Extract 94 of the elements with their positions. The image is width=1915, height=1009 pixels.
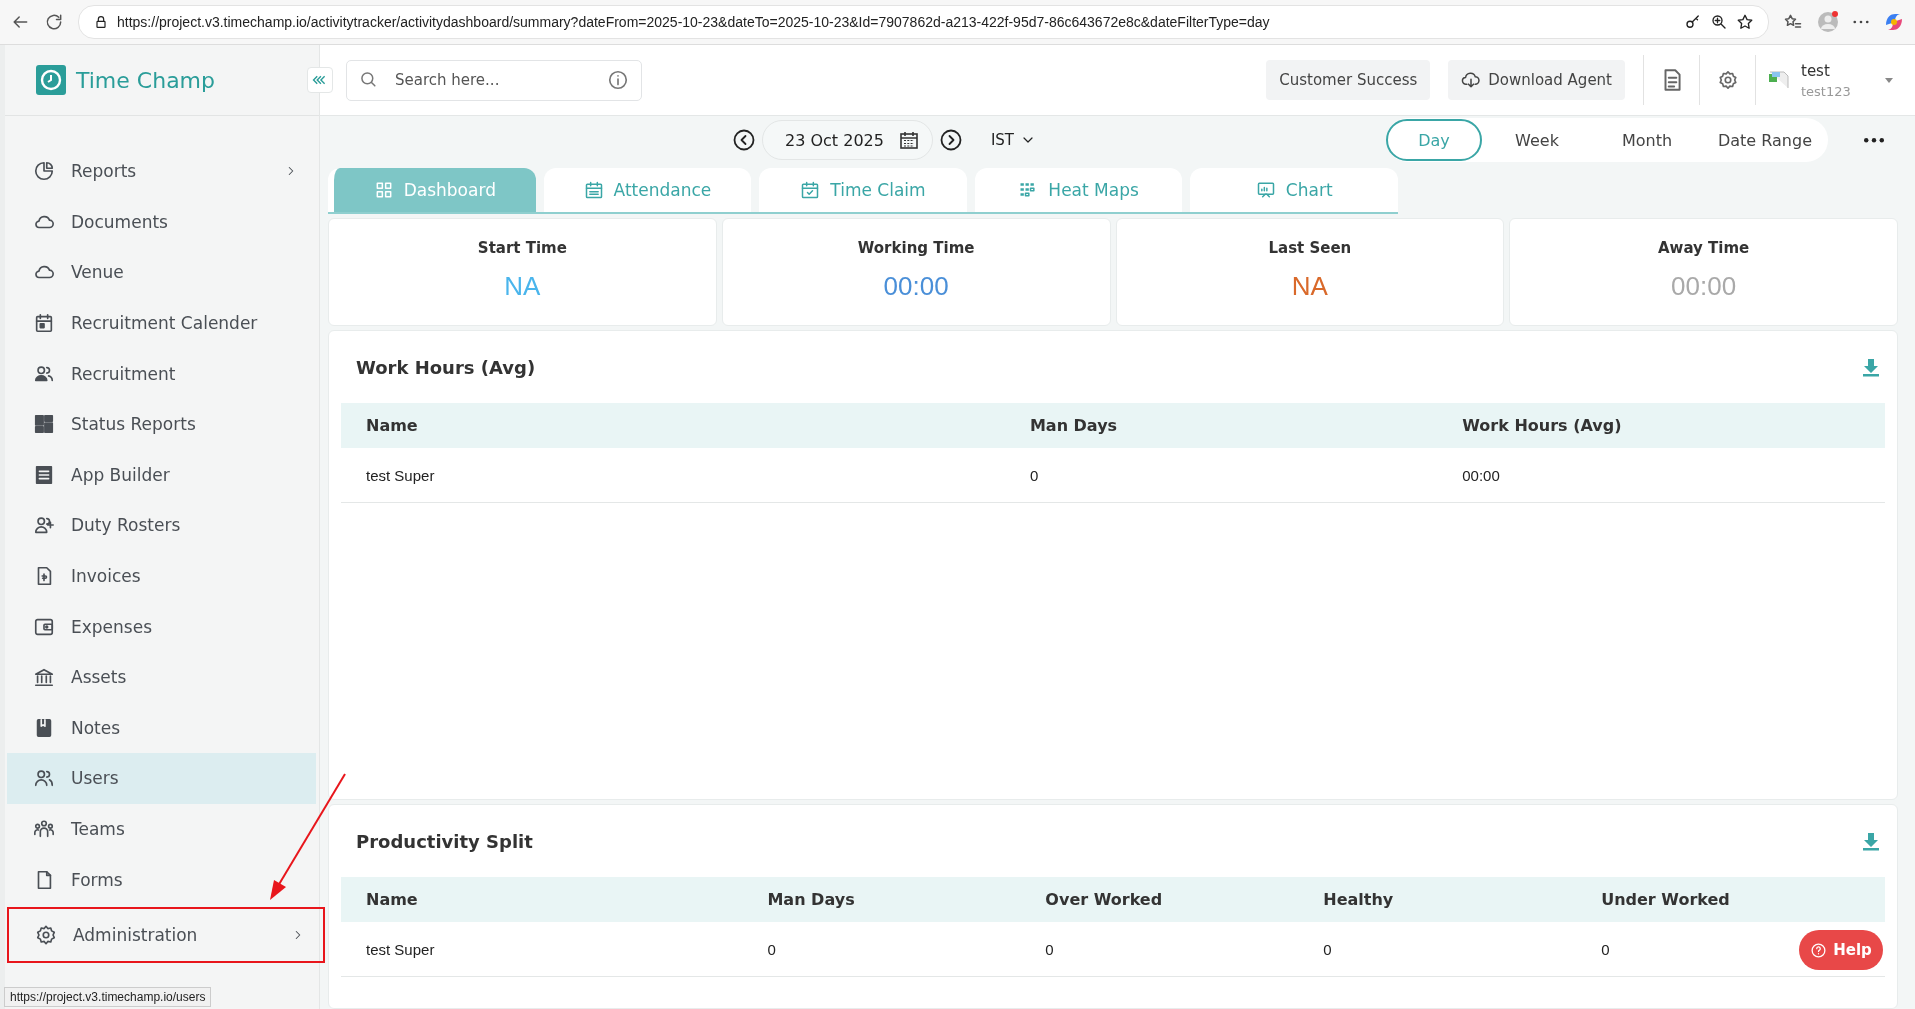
sidebar-item[interactable]: Duty Rosters xyxy=(7,500,316,551)
sidebar-item[interactable]: Users xyxy=(7,753,316,804)
table-cell: 0 xyxy=(1298,922,1577,977)
stat-label: Last Seen xyxy=(1268,239,1352,257)
table-cell: 0 xyxy=(742,922,1021,977)
search-bar[interactable]: Search here... xyxy=(346,59,642,101)
column-header: Man Days xyxy=(1004,403,1438,448)
address-bar[interactable]: https://project.v3.timechamp.io/activitytracker/activitydashboard/summary?dateFrom=2025-10-23&dateTo=2025-10-23&Id=7907862d-a213-422f-95d7-86c643672e8c&dateFilterType=day xyxy=(78,5,1769,39)
date-picker[interactable]: 23 Oct 2025 xyxy=(762,120,933,160)
cloud-download-icon xyxy=(1461,70,1482,90)
column-header: Name xyxy=(341,877,743,922)
column-header: Healthy xyxy=(1298,877,1577,922)
card-title: Work Hours (Avg) xyxy=(356,356,536,378)
status-url: https://project.v3.timechamp.io/users xyxy=(10,990,206,1004)
avatar-icon xyxy=(1817,11,1839,33)
key-icon xyxy=(1684,13,1702,31)
help-icon xyxy=(1810,941,1828,959)
chevron-left-circle-icon xyxy=(732,128,756,152)
circular-arrow-icon xyxy=(44,12,64,32)
calendar-icon xyxy=(33,312,55,335)
pie-chart-icon xyxy=(33,160,55,183)
column-header: Under Worked xyxy=(1576,877,1885,922)
card-title: Productivity Split xyxy=(356,830,533,852)
swirl-logo-icon xyxy=(1883,11,1905,33)
profile-icon[interactable] xyxy=(1817,11,1839,33)
stat-label: Away Time xyxy=(1657,239,1750,257)
column-header: Over Worked xyxy=(1020,877,1299,922)
chevron-right-circle-icon xyxy=(938,128,963,152)
search-field[interactable]: Search here... xyxy=(393,70,593,90)
help-button[interactable]: Help xyxy=(1799,930,1883,970)
calendar-icon xyxy=(899,131,918,149)
column-header: Name xyxy=(341,403,1005,448)
grid-icon xyxy=(33,413,55,436)
stat-label: Working Time xyxy=(857,239,975,257)
stat-value: NA xyxy=(504,271,541,302)
collapse-icon[interactable] xyxy=(307,67,333,93)
app-logo-text: Time Champ xyxy=(76,67,215,93)
assistant-icon[interactable] xyxy=(1883,11,1905,33)
stat-value: NA xyxy=(1291,271,1328,302)
next-day-button[interactable] xyxy=(938,128,963,152)
dots-icon xyxy=(1853,20,1869,24)
range-option[interactable]: Week xyxy=(1482,119,1592,161)
sidebar-item[interactable]: Assets xyxy=(7,651,316,703)
table-cell: test Super xyxy=(341,448,1005,503)
download-icon[interactable] xyxy=(1861,357,1881,377)
timezone-dropdown[interactable]: IST xyxy=(984,130,1043,150)
download-icon[interactable] xyxy=(1861,831,1881,851)
calendar-icon xyxy=(583,180,604,200)
sidebar-item[interactable]: Notes xyxy=(7,702,316,754)
table-cell: 0 xyxy=(1004,448,1438,503)
more-options-button[interactable] xyxy=(1864,137,1884,143)
table-cell: 0 xyxy=(1020,922,1299,977)
receipt-icon xyxy=(33,463,55,486)
download-agent-button[interactable]: Download Agent xyxy=(1448,60,1625,100)
table-cell: test Super xyxy=(341,922,743,977)
calendar-check-icon xyxy=(800,180,821,200)
sidebar-item[interactable]: Teams xyxy=(7,803,316,855)
sidebar-item[interactable]: Administration xyxy=(9,908,323,961)
stat-label: Start Time xyxy=(477,239,567,257)
sidebar-item[interactable]: App Builder xyxy=(7,449,316,501)
refresh-icon[interactable] xyxy=(44,12,64,32)
sidebar-item[interactable]: Recruitment Calender xyxy=(7,297,316,349)
group-icon xyxy=(33,818,55,840)
sidebar-item[interactable]: Documents xyxy=(7,196,316,248)
broken-image-icon xyxy=(1768,71,1789,89)
sidebar-item[interactable]: Expenses xyxy=(7,601,316,652)
sidebar-item[interactable]: Invoices xyxy=(7,550,316,602)
sidebar-item[interactable]: Venue xyxy=(7,247,316,298)
settings-icon xyxy=(1716,69,1739,91)
lock-icon xyxy=(93,14,109,30)
table-cell: 00:00 xyxy=(1437,448,1885,503)
column-header: Work Hours (Avg) xyxy=(1437,403,1885,448)
zoom-icon xyxy=(1710,13,1728,31)
stat-value: 00:00 xyxy=(1671,271,1737,302)
more-icon[interactable] xyxy=(1853,20,1869,24)
range-option[interactable]: Date Range xyxy=(1702,119,1828,161)
sidebar-item[interactable]: Status Reports xyxy=(7,398,316,450)
sidebar-item[interactable]: Forms xyxy=(7,854,316,905)
chart-board-icon xyxy=(1255,180,1276,200)
star-icon xyxy=(1736,13,1754,31)
clock-logo-icon xyxy=(36,65,66,95)
bank-icon xyxy=(33,666,55,689)
previous-day-button[interactable] xyxy=(732,128,756,152)
sidebar-item[interactable]: Recruitment xyxy=(7,348,316,399)
user-id: test123 xyxy=(1801,83,1852,99)
sidebar-item[interactable]: Reports xyxy=(7,146,316,197)
dots-icon xyxy=(1864,137,1884,143)
column-header: Man Days xyxy=(742,877,1021,922)
customer-success-button[interactable]: Customer Success xyxy=(1266,60,1431,100)
info-icon xyxy=(607,69,629,91)
gear-icon xyxy=(35,923,57,946)
range-option[interactable]: Month xyxy=(1592,119,1702,161)
stat-value: 00:00 xyxy=(883,271,949,302)
user-name: test xyxy=(1801,61,1831,80)
